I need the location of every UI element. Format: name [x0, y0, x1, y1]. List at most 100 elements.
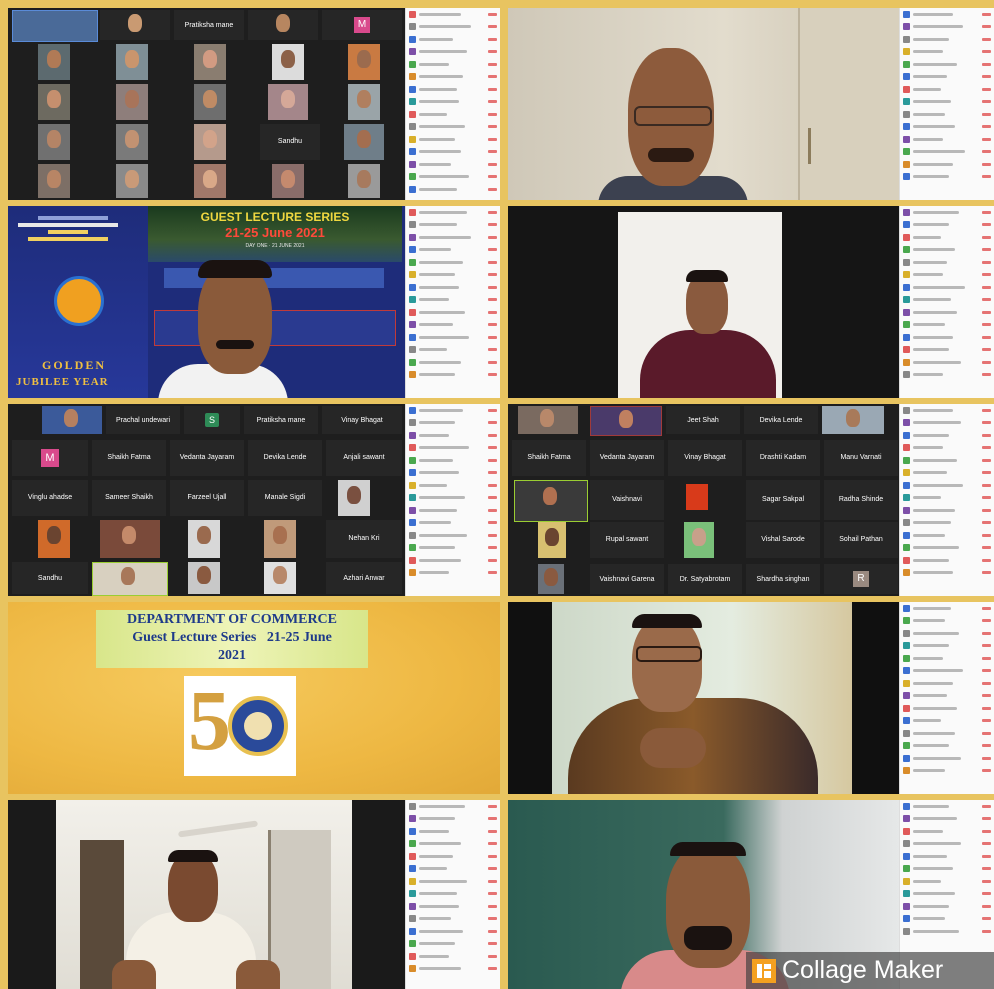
video-tile — [344, 124, 384, 160]
speaker-shirt — [640, 330, 776, 398]
participant-name: Farzeel Ujall — [187, 494, 227, 502]
cell-speaker-2 — [508, 206, 994, 398]
speaker-face — [632, 616, 702, 712]
video-tile: Pratiksha mane — [174, 10, 244, 40]
video-tile — [348, 84, 380, 120]
video-tile — [92, 562, 168, 596]
speaker-hands — [640, 728, 706, 768]
video-tile — [514, 480, 588, 522]
golden-jubilee-logo: 5 — [184, 672, 296, 776]
video-tile — [264, 562, 296, 594]
participant-name: Radha Shinde — [838, 496, 884, 503]
video-tile: Radha Shinde — [824, 480, 898, 520]
participant-name: Anjali sawant — [343, 454, 385, 462]
participants-panel[interactable] — [405, 404, 500, 596]
video-tile — [188, 562, 220, 594]
speaker-hair — [632, 614, 702, 628]
gallery-video-1: Pratiksha mane M Sandhu — [8, 8, 406, 200]
participant-name: Prachal undewari — [115, 417, 171, 425]
topic-band — [164, 268, 384, 288]
video-tile: Manu Varnati — [824, 440, 898, 476]
participant-name: Vinay Bhagat — [684, 454, 726, 462]
participant-initial-badge: M — [41, 449, 59, 467]
video-tile — [538, 522, 566, 558]
participant-name: Rupal sawant — [605, 536, 649, 544]
participants-panel[interactable] — [405, 206, 500, 398]
video-tile — [194, 124, 226, 160]
participants-panel[interactable] — [405, 800, 500, 989]
video-tile: M — [12, 440, 88, 476]
video-tile: Sohail Pathan — [824, 522, 898, 558]
participant-name: Azhari Anwar — [343, 574, 385, 582]
video-tile — [42, 406, 102, 434]
participant-name: Devika Lende — [263, 454, 307, 462]
video-tile: Nehan Kri — [326, 520, 402, 558]
participant-name: Sameer Shaikh — [105, 494, 153, 502]
video-tile — [116, 84, 148, 120]
presenter-hair — [198, 260, 272, 278]
video-tile: Sandhu — [12, 562, 88, 594]
video-tile: Vedanta Jayaram — [170, 440, 244, 476]
speaker-hair — [686, 270, 728, 282]
video-tile: Vinglu ahadse — [12, 480, 88, 516]
participant-name: Shardha singhan — [756, 576, 810, 583]
video-tile — [338, 480, 370, 516]
info-band — [154, 310, 396, 346]
video-tile — [116, 124, 148, 160]
video-tile — [822, 406, 884, 434]
participant-name: Pratiksha mane — [184, 22, 234, 29]
participants-panel[interactable] — [899, 404, 994, 596]
video-tile: Dr. Satyabrotam — [668, 564, 742, 594]
video-tile: Azhari Anwar — [326, 562, 402, 594]
video-tile — [272, 44, 304, 80]
participant-name: Vedanta Jayaram — [599, 454, 655, 462]
dept-year: 2021 — [218, 648, 246, 663]
participant-name: Vaishnavi Garena — [599, 576, 655, 583]
video-tile — [116, 44, 148, 80]
college-logo — [54, 276, 104, 326]
poster-banner: GUEST LECTURE SERIES 21-25 June 2021 DAY… — [148, 206, 402, 262]
video-tile: R — [824, 564, 898, 594]
video-tile: Vinay Bhagat — [322, 406, 402, 434]
speaker-video-3 — [508, 602, 900, 794]
speaker-hair — [168, 850, 218, 862]
participant-name: Manu Varnati — [840, 454, 882, 462]
video-tile: Vedanta Jayaram — [590, 440, 664, 476]
video-tile: Pratiksha mane — [244, 406, 318, 434]
video-tile — [38, 44, 70, 80]
video-tile: Vaishnavi — [590, 480, 664, 520]
video-tile: Prachal undewari — [106, 406, 180, 434]
video-tile — [684, 522, 714, 558]
cell-speaker-1 — [508, 8, 994, 200]
video-tile: Shaikh Fatma — [512, 440, 586, 476]
participant-initial-badge: R — [853, 571, 869, 587]
speaker-glasses — [634, 106, 712, 126]
video-tile — [194, 84, 226, 120]
participants-panel[interactable] — [899, 206, 994, 398]
video-tile: Sagar Sakpal — [746, 480, 820, 520]
hindi-header — [18, 216, 128, 246]
cell-speaker-3 — [508, 602, 994, 794]
video-tile — [116, 164, 148, 198]
participant-name: Drashti Kadam — [759, 454, 807, 462]
cell-gallery-2: Prachal undewari S Pratiksha mane Vinay … — [8, 404, 500, 596]
participant-name: Vinglu ahadse — [27, 494, 73, 502]
video-tile — [188, 520, 220, 558]
cupboard-door — [798, 8, 900, 200]
presenter-moustache — [216, 340, 254, 349]
jubilee-text: JUBILEE YEAR — [16, 376, 109, 388]
speaker-video-4 — [8, 800, 406, 989]
day-line: DAY ONE · 21 JUNE 2021 — [245, 243, 305, 249]
speaker-video-1 — [508, 8, 900, 200]
collage-maker-watermark: Collage Maker — [746, 952, 994, 989]
participant-name: Vedanta Jayaram — [179, 454, 235, 462]
video-tile — [38, 124, 70, 160]
participant-name: Vinay Bhagat — [341, 417, 383, 425]
participants-panel[interactable] — [899, 8, 994, 200]
video-tile — [348, 164, 380, 198]
participants-panel[interactable] — [405, 8, 500, 200]
participant-name: Sandhu — [277, 138, 303, 146]
participants-panel[interactable] — [899, 602, 994, 794]
video-tile: Drashti Kadam — [746, 440, 820, 476]
cupboard-handle — [808, 128, 811, 164]
